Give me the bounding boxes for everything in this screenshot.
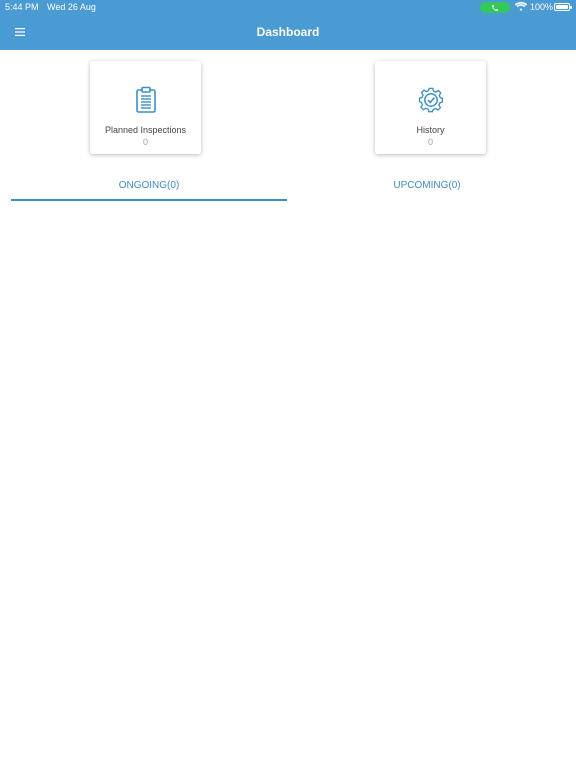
wifi-icon bbox=[515, 2, 527, 11]
planned-inspections-card[interactable]: Planned Inspections 0 bbox=[90, 61, 201, 154]
card-count: 0 bbox=[427, 137, 433, 147]
active-call-pill[interactable] bbox=[480, 2, 510, 13]
card-count: 0 bbox=[142, 137, 148, 147]
phone-icon bbox=[492, 5, 498, 11]
status-date: Wed 26 Aug bbox=[47, 2, 96, 12]
battery-icon bbox=[554, 3, 572, 11]
tab-upcoming[interactable]: UPCOMING(0) bbox=[289, 174, 565, 202]
top-app-bar: 5:44 PM Wed 26 Aug 100% Dashboard bbox=[0, 0, 576, 50]
tab-indicator bbox=[11, 199, 287, 201]
status-bar: 5:44 PM Wed 26 Aug 100% bbox=[0, 0, 576, 16]
tab-ongoing[interactable]: ONGOING(0) bbox=[11, 174, 287, 202]
battery-percentage: 100% bbox=[530, 2, 554, 12]
page-title: Dashboard bbox=[256, 25, 320, 39]
status-time: 5:44 PM bbox=[5, 2, 39, 12]
history-card[interactable]: History 0 bbox=[375, 61, 486, 154]
gear-check-icon bbox=[418, 87, 444, 113]
card-label: History bbox=[416, 125, 445, 135]
card-label: Planned Inspections bbox=[104, 125, 187, 135]
clipboard-icon bbox=[136, 86, 156, 113]
